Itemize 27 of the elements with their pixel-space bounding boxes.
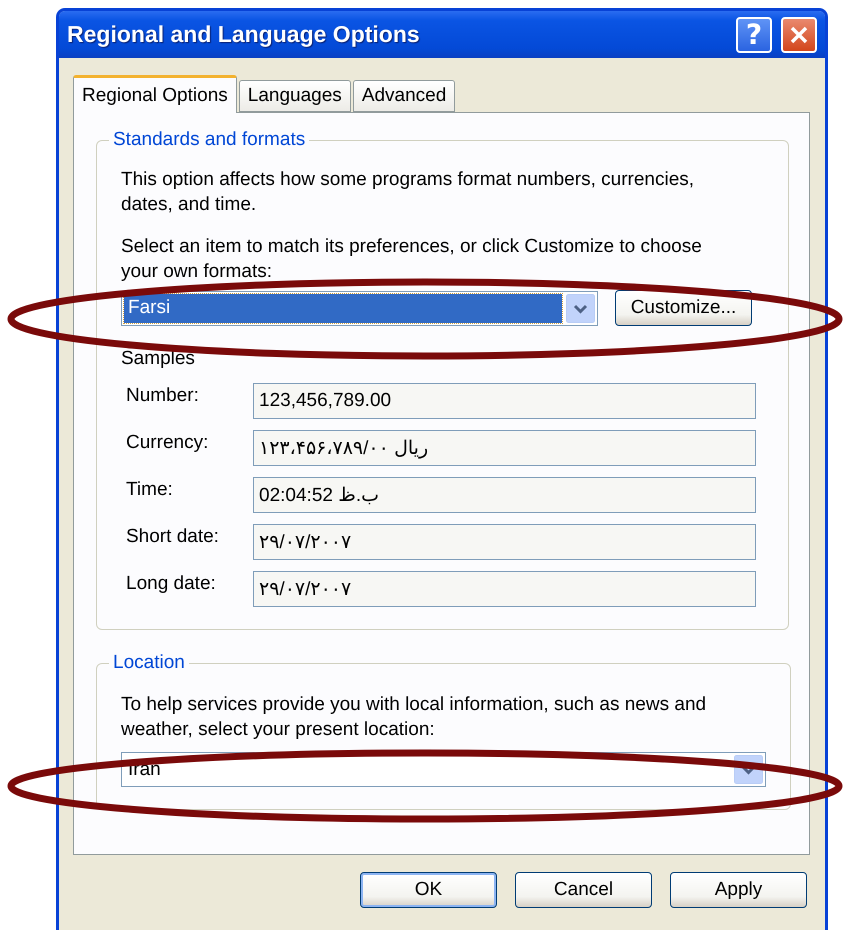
window-title: Regional and Language Options — [67, 21, 421, 48]
help-button[interactable]: ? — [736, 16, 772, 52]
group-title: Standards and formats — [112, 129, 306, 151]
sample-label: Time: — [125, 478, 174, 502]
sample-label: Long date: — [125, 572, 217, 596]
format-dropdown[interactable]: Farsi — [121, 290, 598, 326]
tab[interactable]: Languages — [238, 80, 351, 112]
sample-label: Currency: — [125, 431, 210, 455]
prompt-text: Select an item to match its preferences, or click Customize to choose your own formats: — [121, 235, 703, 284]
sample-field: ۲۹/۰۷/۲۰۰۷ — [253, 524, 756, 560]
group-title: Location — [112, 652, 186, 674]
dialog-button[interactable]: OK — [360, 872, 497, 908]
sample-field: ریال ۱۲۳،۴۵۶،۷۸۹/۰۰ — [253, 430, 756, 466]
tab[interactable]: Regional Options — [73, 75, 237, 113]
tab[interactable]: Advanced — [352, 80, 456, 112]
sample-label: Short date: — [125, 525, 220, 549]
dialog-button[interactable]: Apply — [670, 872, 807, 908]
sample-field: 123,456,789.00 — [253, 383, 756, 419]
sample-label: Number: — [125, 384, 200, 408]
close-button[interactable] — [781, 16, 817, 52]
samples-heading: Samples — [121, 347, 196, 371]
description-text: To help services provide you with local information, such as news and weather, select your present location: — [121, 693, 708, 742]
sample-field: ۲۹/۰۷/۲۰۰۷ — [253, 571, 756, 607]
dialog-button[interactable]: Cancel — [515, 872, 652, 908]
close-icon — [789, 24, 809, 44]
sample-field: 02:04:52 ب.ظ — [253, 477, 756, 513]
description-text: This option affects how some programs format numbers, currencies, dates, and time. — [121, 168, 696, 217]
